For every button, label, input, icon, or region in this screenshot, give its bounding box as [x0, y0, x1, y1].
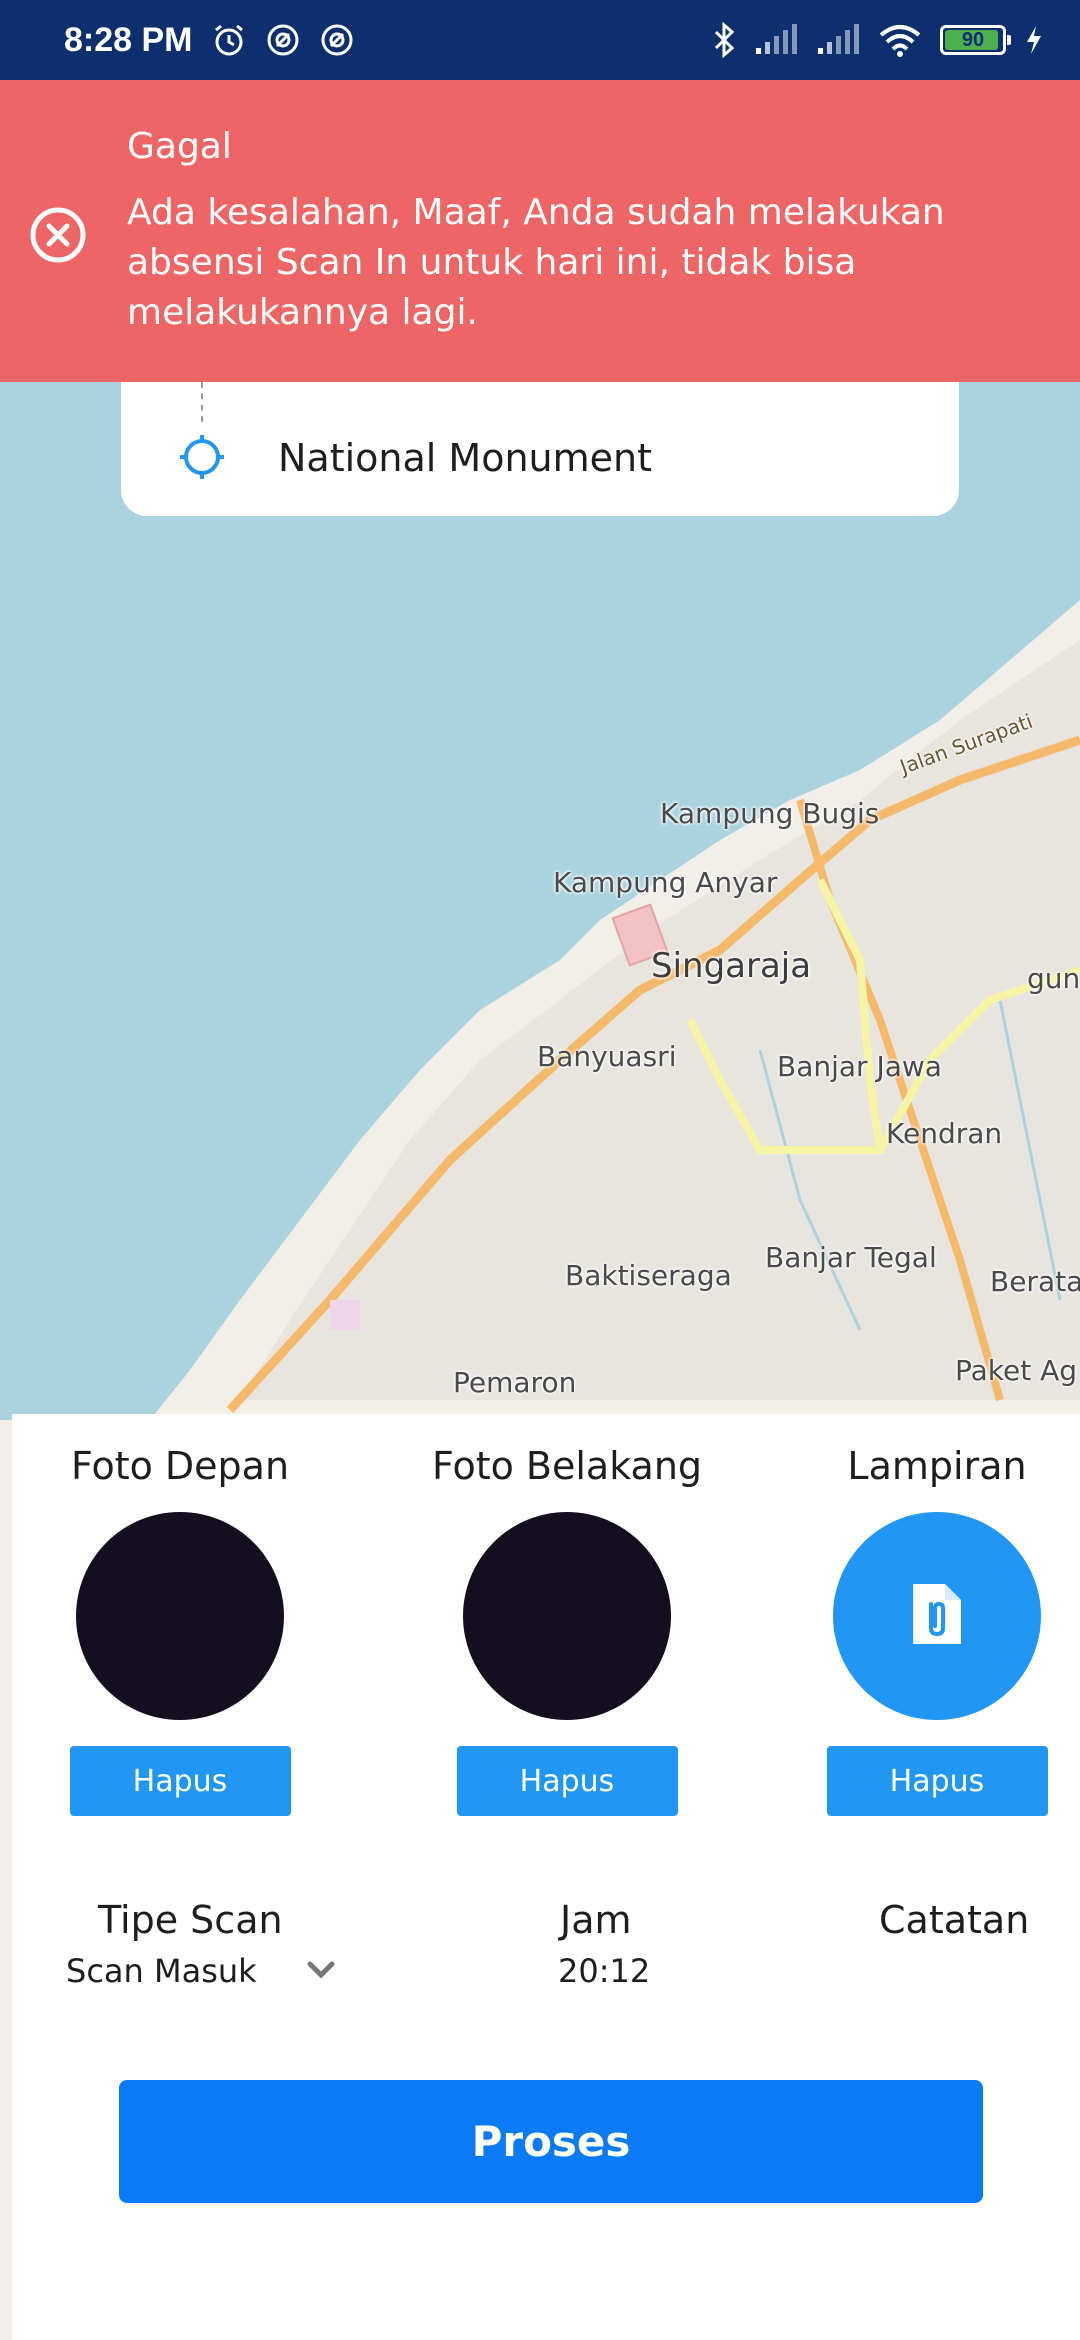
location-name: National Monument — [278, 436, 653, 480]
foto-depan-section: Foto Depan Hapus — [12, 1444, 348, 1816]
map-label-banjar-jawa: Banjar Jawa — [777, 1050, 942, 1083]
error-close-icon — [28, 205, 88, 265]
error-message: Ada kesalahan, Maaf, Anda sudah melakuka… — [127, 192, 945, 333]
lampiran-title: Lampiran — [847, 1444, 1027, 1488]
map-label-banyuasri: Banyuasri — [537, 1040, 677, 1073]
jam-value[interactable]: 20:12 — [558, 1952, 650, 1990]
wifi-icon — [878, 22, 922, 58]
map-label-gun: gun — [1027, 962, 1080, 995]
foto-depan-title: Foto Depan — [70, 1444, 290, 1488]
map-label-singaraja: Singaraja — [651, 946, 812, 986]
status-bar: 8:28 PM 90 — [0, 0, 1080, 80]
map-label-baktiseraga: Baktiseraga — [565, 1259, 732, 1292]
attachment-file-icon — [907, 1580, 967, 1652]
foto-depan-hapus-button[interactable]: Hapus — [69, 1746, 291, 1816]
proses-button[interactable]: Proses — [119, 2080, 983, 2203]
signal-icon — [754, 24, 798, 56]
sync-icon-2 — [319, 22, 355, 58]
tipe-scan-value: Scan Masuk — [66, 1952, 257, 1990]
location-card[interactable]: National Monument — [121, 370, 959, 516]
lampiran-preview[interactable] — [833, 1512, 1041, 1720]
map-label-berata: Berata — [990, 1265, 1080, 1298]
lampiran-section: Lampiran Hapus — [780, 1444, 1080, 1816]
charging-icon — [1024, 24, 1044, 56]
foto-belakang-section: Foto Belakang Hapus — [374, 1444, 760, 1816]
map-label-pemaron: Pemaron — [453, 1366, 577, 1399]
tipe-scan-label: Tipe Scan — [98, 1898, 283, 1942]
map-label-kendran: Kendran — [886, 1117, 1003, 1150]
route-connector — [201, 382, 203, 422]
foto-belakang-preview[interactable] — [463, 1512, 671, 1720]
foto-depan-preview[interactable] — [76, 1512, 284, 1720]
map-label-paket-ag: Paket Ag — [955, 1354, 1078, 1387]
map-label-kampung-bugis: Kampung Bugis — [660, 797, 880, 830]
tipe-scan-dropdown[interactable]: Scan Masuk — [66, 1952, 356, 2002]
sync-icon — [265, 22, 301, 58]
chevron-down-icon — [306, 1958, 336, 1986]
bluetooth-icon — [712, 22, 736, 58]
foto-belakang-hapus-button[interactable]: Hapus — [456, 1746, 678, 1816]
status-time: 8:28 PM — [64, 20, 193, 59]
signal-icon-2 — [816, 24, 860, 56]
battery-icon: 90 — [940, 25, 1011, 55]
error-title: Gagal — [127, 126, 232, 167]
map-label-kampung-anyar: Kampung Anyar — [553, 866, 778, 899]
map-label-banjar-tegal: Banjar Tegal — [765, 1241, 937, 1274]
lampiran-hapus-button[interactable]: Hapus — [826, 1746, 1048, 1816]
scan-form-panel: Foto Depan Hapus Foto Belakang Hapus Lam… — [12, 1414, 1080, 2340]
error-banner[interactable]: Gagal Ada kesalahan, Maaf, Anda sudah me… — [0, 80, 1080, 382]
catatan-label[interactable]: Catatan — [879, 1898, 1029, 1942]
crosshair-location-icon — [177, 432, 227, 482]
alarm-icon — [211, 22, 247, 58]
foto-belakang-title: Foto Belakang — [431, 1444, 703, 1488]
battery-level: 90 — [961, 28, 985, 51]
jam-label: Jam — [560, 1898, 632, 1942]
